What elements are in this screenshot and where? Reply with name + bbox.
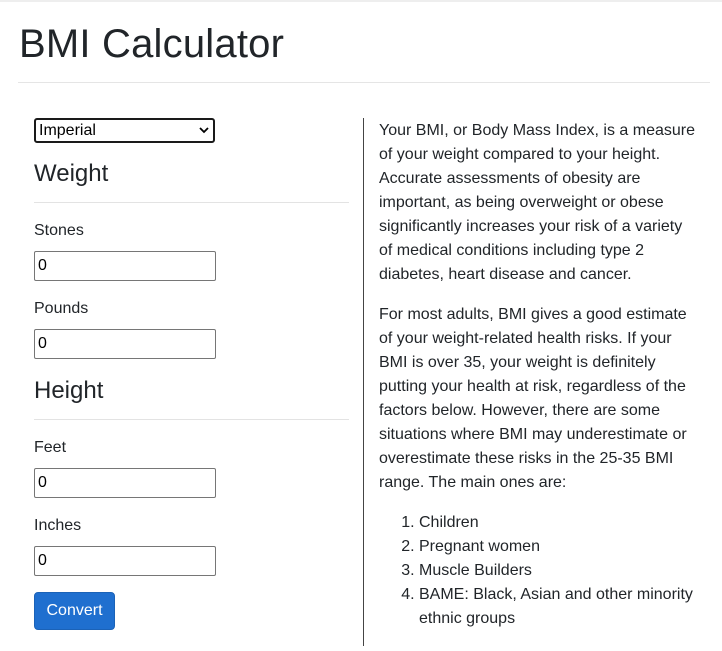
pounds-label: Pounds <box>34 300 89 317</box>
feet-label: Feet <box>34 439 67 456</box>
pounds-input[interactable] <box>34 329 216 359</box>
convert-button[interactable]: Convert <box>34 592 115 630</box>
info-paragraph-1: Your BMI, or Body Mass Index, is a measu… <box>379 122 695 283</box>
stones-label: Stones <box>34 222 84 239</box>
bmi-info: Your BMI, or Body Mass Index, is a measu… <box>379 119 695 631</box>
unit-system-select[interactable]: Imperial <box>34 118 215 143</box>
info-paragraph-2: For most adults, BMI gives a good estima… <box>379 306 687 491</box>
column-divider <box>363 118 364 646</box>
chevron-down-icon <box>199 127 209 134</box>
top-border <box>0 0 722 2</box>
stones-input[interactable] <box>34 251 216 281</box>
height-divider <box>34 419 349 420</box>
list-item: Pregnant women <box>419 535 695 559</box>
list-item: BAME: Black, Asian and other minority et… <box>419 583 695 631</box>
list-item: Children <box>419 511 695 535</box>
height-heading: Height <box>34 377 104 404</box>
weight-heading: Weight <box>34 160 109 187</box>
inches-input[interactable] <box>34 546 216 576</box>
weight-divider <box>34 202 349 203</box>
title-divider <box>18 82 710 83</box>
feet-input[interactable] <box>34 468 216 498</box>
inches-label: Inches <box>34 517 82 534</box>
unit-select-value: Imperial <box>39 122 96 139</box>
page-title: BMI Calculator <box>19 22 285 66</box>
list-item: Muscle Builders <box>419 559 695 583</box>
exceptions-list: Children Pregnant women Muscle Builders … <box>379 511 695 631</box>
